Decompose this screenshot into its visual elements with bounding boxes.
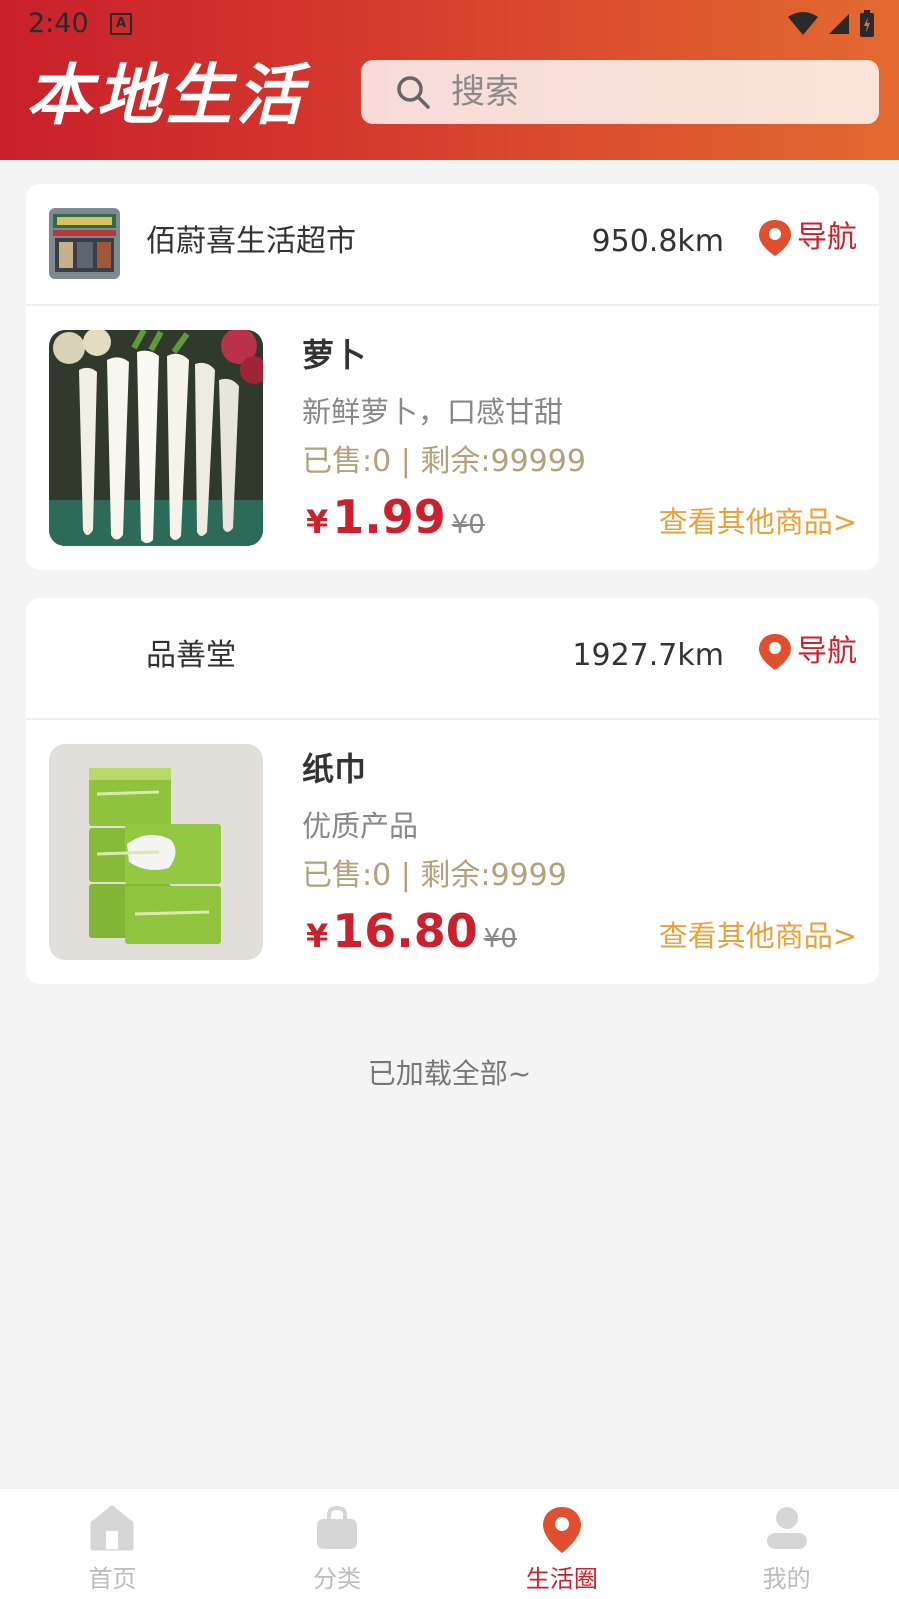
tab-label: 生活圈 xyxy=(525,1565,598,1593)
price-currency: ¥ xyxy=(306,503,329,541)
store-thumbnail xyxy=(49,208,120,279)
tab-life-circle[interactable]: 生活圈 xyxy=(450,1489,675,1599)
tab-home[interactable]: 首页 xyxy=(0,1489,225,1599)
bag-icon xyxy=(317,1505,358,1549)
tab-category[interactable]: 分类 xyxy=(225,1489,450,1599)
status-bar: 2:40 A xyxy=(0,0,899,48)
store-header[interactable]: 佰蔚喜生活超市 950.8km 导航 xyxy=(26,184,879,306)
load-complete-text: 已加载全部~ xyxy=(367,1057,532,1090)
signal-icon xyxy=(829,14,849,34)
navigate-button[interactable]: 导航 xyxy=(757,632,857,672)
price-currency: ¥ xyxy=(306,917,329,955)
store-name: 佰蔚喜生活超市 xyxy=(146,224,356,259)
product-image[interactable] xyxy=(49,330,263,546)
product-stock: 已售:0 | 剩余:9999 xyxy=(302,858,567,893)
navigate-label: 导航 xyxy=(797,634,857,669)
wifi-icon xyxy=(788,12,818,35)
search-icon xyxy=(397,76,430,109)
location-pin-icon xyxy=(759,634,791,670)
search-input[interactable]: 搜索 xyxy=(361,60,879,124)
tab-label: 我的 xyxy=(762,1565,811,1593)
product-name: 纸巾 xyxy=(302,750,367,788)
more-products-link[interactable]: 查看其他商品> xyxy=(659,502,857,542)
store-header[interactable]: 品善堂 1927.7km 导航 xyxy=(26,598,879,720)
price-value: 1.99 xyxy=(332,490,446,544)
product-image[interactable] xyxy=(49,744,263,960)
bottom-tab-bar: 首页 分类 生活圈 我的 xyxy=(0,1488,899,1599)
store-card[interactable]: 品善堂 1927.7km 导航 纸巾 优质产品 已售:0 | 剩余:9999 ¥… xyxy=(26,598,879,984)
original-price: ¥0 xyxy=(483,924,517,954)
store-name: 品善堂 xyxy=(146,638,236,673)
navigate-button[interactable]: 导航 xyxy=(757,218,857,258)
store-card[interactable]: 佰蔚喜生活超市 950.8km 导航 萝卜 新鲜萝卜，口感甘甜 已售:0 | 剩… xyxy=(26,184,879,570)
original-price: ¥0 xyxy=(451,510,485,540)
battery-icon xyxy=(860,10,874,37)
product-stock: 已售:0 | 剩余:99999 xyxy=(302,444,586,479)
search-placeholder: 搜索 xyxy=(451,72,519,112)
more-products-link[interactable]: 查看其他商品> xyxy=(659,916,857,956)
location-pin-icon xyxy=(759,220,791,256)
product-description: 新鲜萝卜，口感甘甜 xyxy=(302,395,564,429)
notification-icon: A xyxy=(110,13,132,35)
tab-profile[interactable]: 我的 xyxy=(674,1489,899,1599)
price-row: ¥ 1.99 ¥0 xyxy=(306,490,485,544)
store-distance: 950.8km xyxy=(591,224,724,259)
price-row: ¥ 16.80 ¥0 xyxy=(306,904,517,958)
tab-label: 首页 xyxy=(88,1565,137,1593)
status-time: 2:40 xyxy=(28,8,89,39)
header: 2:40 A 本地生活 搜索 xyxy=(0,0,899,160)
product-name: 萝卜 xyxy=(302,336,367,374)
page-title: 本地生活 xyxy=(26,57,306,134)
price-value: 16.80 xyxy=(332,904,478,958)
store-distance: 1927.7km xyxy=(572,638,724,673)
location-pin-icon xyxy=(542,1507,581,1553)
tab-label: 分类 xyxy=(313,1565,362,1593)
home-icon xyxy=(90,1505,134,1551)
product-description: 优质产品 xyxy=(302,809,419,843)
status-icons xyxy=(787,10,875,38)
navigate-label: 导航 xyxy=(797,220,857,255)
user-icon xyxy=(766,1507,807,1549)
